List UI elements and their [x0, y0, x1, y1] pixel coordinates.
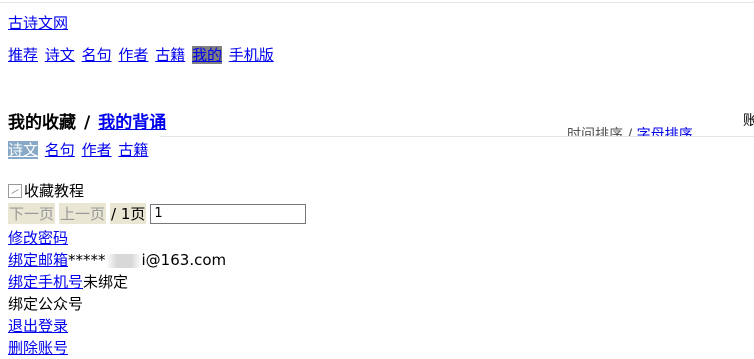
tab-famous-lines[interactable]: 名句	[45, 141, 75, 159]
top-divider	[0, 2, 754, 3]
broken-image-icon	[8, 183, 22, 198]
prev-page-button[interactable]: 上一页	[59, 203, 107, 224]
collection-tabs: 诗文 名句 作者 古籍	[8, 139, 150, 160]
nav-famous-lines[interactable]: 名句	[82, 46, 112, 64]
page-heading: 我的收藏 / 我的背诵	[8, 108, 166, 133]
tab-classics[interactable]: 古籍	[118, 141, 148, 159]
sort-by-time[interactable]: 时间排序	[567, 127, 623, 136]
tutorial-image-alt: 收藏教程	[24, 182, 85, 200]
bind-phone-link[interactable]: 绑定手机号	[8, 273, 83, 291]
heading-separator: /	[84, 113, 91, 133]
tutorial-image: 收藏教程	[8, 180, 84, 201]
delete-account-link[interactable]: 删除账号	[8, 339, 68, 357]
pager: 下一页 上一页 / 1页	[8, 203, 307, 224]
heading-current: 我的收藏	[8, 113, 76, 133]
page-total: / 1页	[110, 203, 147, 224]
sort-divider	[160, 136, 754, 137]
sort-options: 时间排序 / 字母排序	[567, 124, 693, 136]
logout-link[interactable]: 退出登录	[8, 317, 68, 335]
cut-off-account-text: 账	[743, 113, 754, 129]
bind-email-link[interactable]: 绑定邮箱	[8, 251, 68, 269]
sort-separator: /	[627, 127, 633, 136]
phone-status: 未绑定	[83, 273, 129, 291]
nav-recommend[interactable]: 推荐	[8, 46, 38, 64]
bind-wechat-label: 绑定公众号	[8, 295, 84, 313]
heading-recite-link[interactable]: 我的背诵	[98, 113, 166, 133]
nav-mobile[interactable]: 手机版	[229, 46, 274, 64]
next-page-button[interactable]: 下一页	[8, 203, 56, 224]
account-links: 修改密码 绑定邮箱***** i@163.com 绑定手机号未绑定 绑定公众号 退…	[8, 227, 226, 359]
change-password-link[interactable]: 修改密码	[8, 229, 68, 247]
page-number-input[interactable]	[150, 203, 307, 224]
nav-classics[interactable]: 古籍	[155, 46, 185, 64]
site-title-link[interactable]: 古诗文网	[8, 12, 68, 33]
tab-poems[interactable]: 诗文	[8, 141, 39, 159]
email-redaction	[105, 253, 142, 268]
nav-poems[interactable]: 诗文	[45, 46, 75, 64]
nav-mine[interactable]: 我的	[191, 46, 222, 64]
sort-by-alpha[interactable]: 字母排序	[637, 127, 693, 136]
tab-authors[interactable]: 作者	[82, 141, 112, 159]
email-suffix: i@163.com	[141, 251, 227, 269]
email-prefix: *****	[68, 251, 106, 269]
main-nav: 推荐 诗文 名句 作者 古籍 我的 手机版	[8, 44, 276, 65]
nav-authors[interactable]: 作者	[118, 46, 148, 64]
